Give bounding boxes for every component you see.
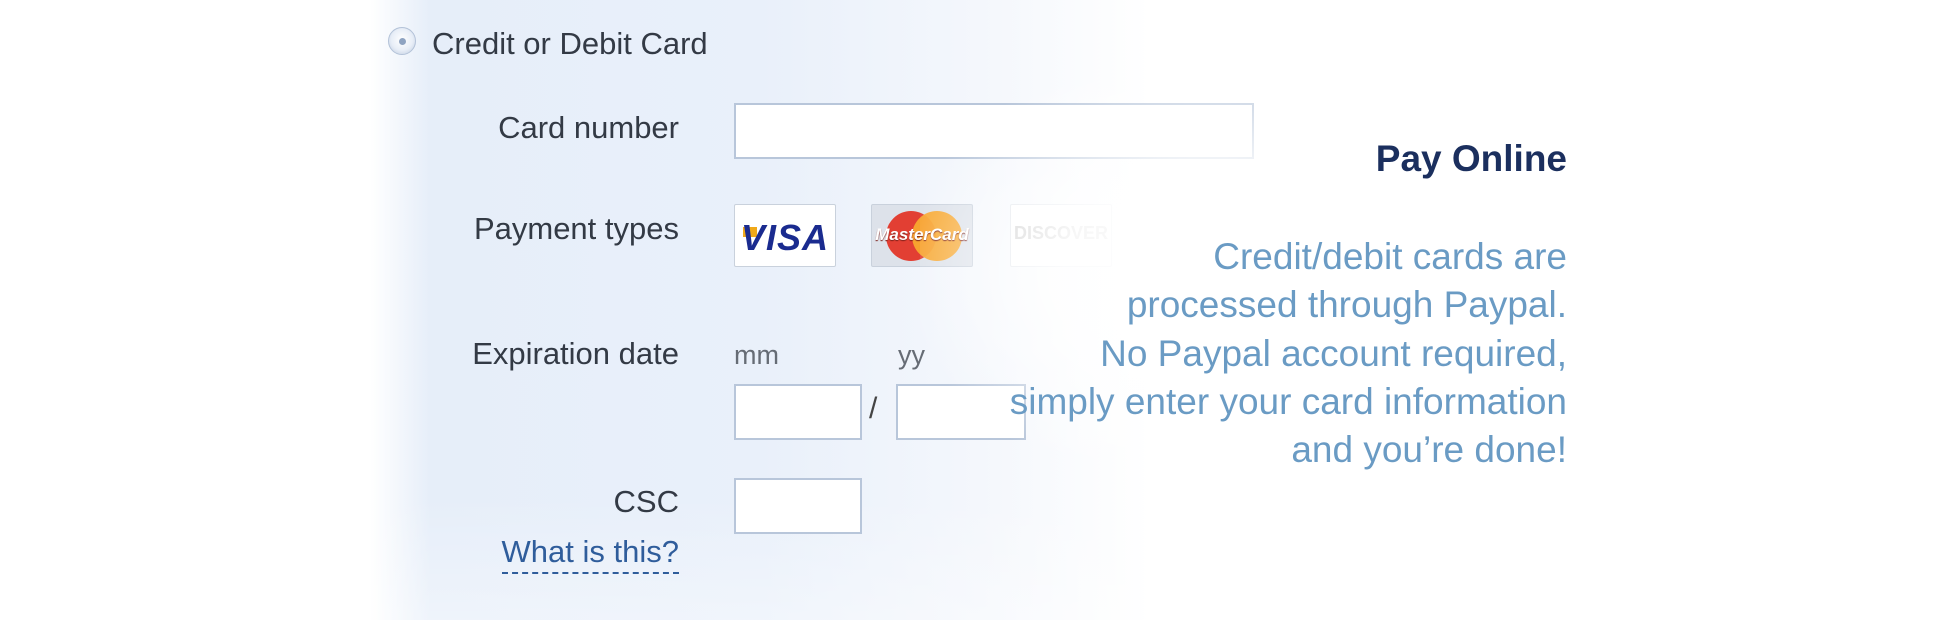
promo-line: simply enter your card information: [1009, 381, 1567, 422]
promo-line: processed through Paypal.: [1126, 284, 1567, 325]
expiration-year-input[interactable]: [896, 384, 1026, 440]
promo-line: and you’re done!: [1291, 429, 1567, 470]
csc-input[interactable]: [734, 478, 862, 534]
visa-card-logo: VISA: [734, 204, 836, 267]
discover-card-logo: DISCOVER: [1010, 204, 1112, 267]
background-fade: [0, 0, 1960, 620]
csc-help-link[interactable]: What is this?: [501, 534, 679, 574]
expiration-date-label: Expiration date: [472, 336, 679, 371]
card-payment-radio[interactable]: [388, 27, 416, 55]
card-number-label: Card number: [498, 110, 679, 145]
discover-logo-text: DISCOVER: [1013, 223, 1109, 243]
month-hint: mm: [734, 340, 779, 370]
expiration-month-input[interactable]: [734, 384, 862, 440]
mastercard-logo-text: MasterCard: [875, 225, 969, 244]
payment-types-label: Payment types: [473, 211, 679, 246]
csc-label: CSC: [613, 484, 679, 519]
card-number-input[interactable]: [734, 103, 1254, 159]
mastercard-card-logo: MasterCard: [871, 204, 973, 267]
payment-option-label: Credit or Debit Card: [432, 26, 708, 61]
visa-logo-text: VISA: [740, 217, 830, 258]
promo-line: Credit/debit cards are: [1213, 236, 1567, 277]
year-hint: yy: [898, 340, 925, 370]
promo-title: Pay Online: [1375, 138, 1567, 179]
promo-line: No Paypal account required,: [1100, 333, 1567, 374]
radio-dot-icon: [399, 38, 406, 45]
date-separator: /: [869, 392, 878, 425]
